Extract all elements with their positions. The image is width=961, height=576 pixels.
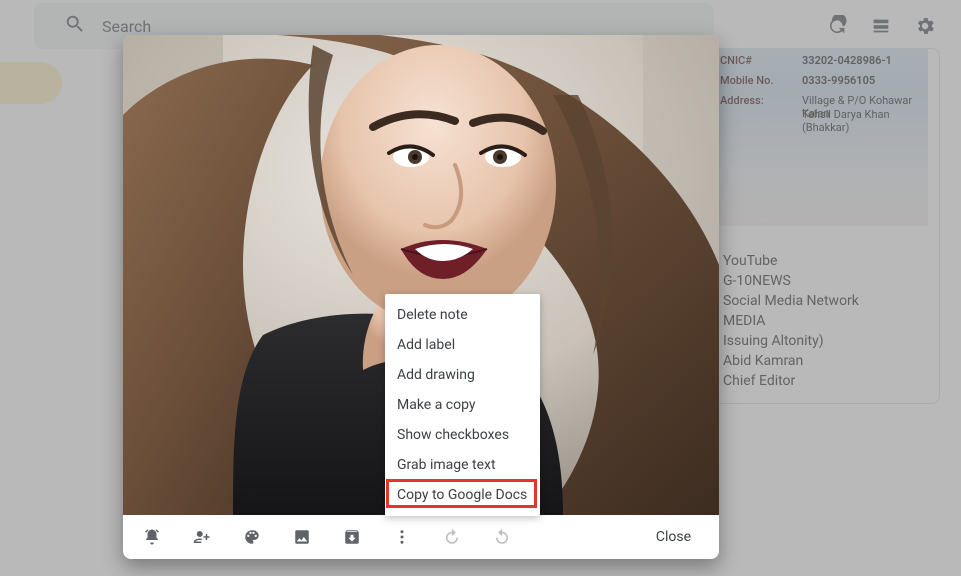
menu-copy-to-google-docs[interactable]: Copy to Google Docs xyxy=(385,480,540,510)
more-button[interactable] xyxy=(377,515,427,559)
image-button[interactable] xyxy=(277,515,327,559)
undo-button[interactable] xyxy=(427,515,477,559)
menu-add-drawing[interactable]: Add drawing xyxy=(385,360,540,390)
archive-button[interactable] xyxy=(327,515,377,559)
menu-grab-image-text[interactable]: Grab image text xyxy=(385,450,540,480)
modal-toolbar: Close xyxy=(123,515,719,559)
menu-make-a-copy[interactable]: Make a copy xyxy=(385,390,540,420)
color-button[interactable] xyxy=(227,515,277,559)
close-button[interactable]: Close xyxy=(638,521,709,553)
more-menu: Delete note Add label Add drawing Make a… xyxy=(385,294,540,516)
redo-button[interactable] xyxy=(477,515,527,559)
menu-delete-note[interactable]: Delete note xyxy=(385,300,540,330)
menu-show-checkboxes[interactable]: Show checkboxes xyxy=(385,420,540,450)
remind-me-button[interactable] xyxy=(127,515,177,559)
menu-add-label[interactable]: Add label xyxy=(385,330,540,360)
collaborator-button[interactable] xyxy=(177,515,227,559)
